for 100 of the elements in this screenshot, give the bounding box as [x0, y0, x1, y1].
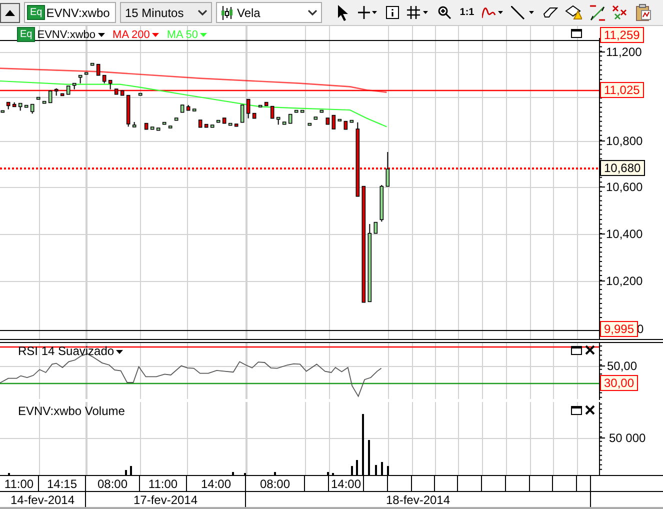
- interval-dropdown[interactable]: 15 Minutos: [120, 2, 212, 23]
- candlestick: [386, 152, 390, 187]
- chevron-icon: [198, 10, 207, 16]
- time-label: 14:15: [46, 476, 78, 490]
- candlestick: [234, 124, 238, 127]
- candlestick: [126, 94, 130, 128]
- close-button[interactable]: [585, 405, 595, 415]
- candlestick: [162, 122, 166, 125]
- alert-icon: [565, 5, 582, 20]
- price-tag: 11,259: [600, 27, 644, 43]
- candlestick: [326, 118, 330, 125]
- exchange-badge: Eq: [17, 27, 36, 42]
- indicator-legend-item[interactable]: MA 200: [112, 27, 159, 42]
- candlestick: [54, 88, 58, 96]
- candlestick: [246, 98, 250, 119]
- price-tag: 30,00: [600, 375, 638, 391]
- candlestick: [320, 110, 324, 113]
- candlestick: [18, 102, 22, 112]
- candlestick: [72, 82, 76, 90]
- time-label: 08:00: [260, 476, 290, 490]
- date-label: 18-fev-2014: [386, 492, 450, 506]
- candlestick: [264, 102, 268, 106]
- price-tag: 11,025: [600, 82, 644, 98]
- maximize-icon: [571, 406, 582, 415]
- candlestick: [288, 114, 292, 124]
- crosshair-icon: [358, 6, 377, 19]
- axis-label: 10,400: [606, 227, 643, 241]
- caret-icon: [152, 32, 159, 36]
- axis-label: 10,600: [606, 180, 643, 194]
- candlestick: [144, 122, 148, 130]
- axis-label: 50 000: [609, 431, 646, 445]
- candlestick: [338, 118, 342, 122]
- close-icon: [585, 345, 595, 355]
- candlestick: [186, 104, 190, 111]
- info-icon: [386, 6, 398, 19]
- candlestick: [12, 102, 16, 108]
- candlestick: [102, 74, 106, 84]
- candlestick: [210, 124, 214, 128]
- candlestick: [90, 62, 94, 66]
- candlestick: [300, 110, 304, 113]
- candlestick: [108, 80, 112, 90]
- up-triangle-icon: [5, 10, 15, 16]
- chevron-icon: [308, 10, 317, 16]
- candlestick: [228, 122, 232, 126]
- candlestick: [216, 120, 220, 123]
- time-label: 11:00: [4, 476, 34, 490]
- clipboard-icon: [636, 4, 650, 21]
- time-label: 11:00: [148, 476, 178, 490]
- candlestick: [374, 222, 378, 234]
- candlestick: [42, 100, 46, 104]
- price-tag: 10,680: [600, 160, 645, 176]
- maximize-button[interactable]: [571, 406, 582, 415]
- measure-icon: [590, 4, 604, 20]
- candlestick: [180, 104, 184, 113]
- axis-label: 10,800: [606, 134, 643, 148]
- ratio-button[interactable]: 1:1: [456, 2, 478, 24]
- candlestick: [380, 184, 384, 222]
- candlestick: [132, 122, 136, 128]
- close-button[interactable]: [585, 345, 595, 355]
- line-icon: [511, 6, 535, 20]
- maximize-button[interactable]: [571, 346, 582, 355]
- maximize-button[interactable]: [571, 29, 582, 38]
- chart-type-dropdown[interactable]: Vela: [216, 2, 322, 23]
- candlestick: [78, 74, 82, 84]
- time-label: 14:00: [200, 476, 232, 490]
- candlestick: [138, 92, 142, 96]
- candlestick: [84, 72, 88, 75]
- candlestick: [96, 64, 100, 76]
- candlestick: [222, 118, 226, 124]
- date-label: 17-fev-2014: [133, 492, 198, 506]
- exchange-badge: Eq: [27, 5, 46, 20]
- indicator-title[interactable]: RSI 14 Suavizado: [18, 345, 124, 358]
- candlestick: [270, 106, 274, 119]
- symbol-legend-item[interactable]: Eq EVNV:xwbo: [17, 27, 105, 42]
- candlestick: [276, 116, 280, 126]
- caret-icon: [116, 350, 124, 354]
- candlestick: [36, 96, 40, 100]
- symbol-field[interactable]: Eq EVNV:xwbo: [24, 2, 116, 23]
- candlestick: [344, 120, 348, 130]
- volume-title: EVNV:xwbo Volume: [18, 405, 125, 418]
- candlestick: [314, 116, 318, 120]
- candlestick: [198, 120, 202, 128]
- maximize-icon: [571, 346, 582, 355]
- cursor-icon: [338, 4, 348, 20]
- time-label: 08:00: [97, 476, 128, 490]
- axis-label: 50,00: [607, 359, 638, 373]
- cross-marks-icon: [612, 4, 628, 20]
- price-tag: 9,995: [600, 321, 638, 337]
- candlestick: [350, 120, 354, 123]
- candlestick: [332, 114, 336, 130]
- candlestick: [192, 108, 196, 112]
- caret-icon: [200, 32, 208, 36]
- candlestick: [168, 126, 172, 128]
- candlestick: [24, 104, 28, 108]
- candlestick: [308, 122, 312, 126]
- caret-icon: [98, 32, 105, 36]
- candlestick: [204, 124, 208, 128]
- scroll-up-button[interactable]: [0, 2, 20, 22]
- candlestick: [174, 118, 178, 121]
- close-icon: [585, 405, 595, 415]
